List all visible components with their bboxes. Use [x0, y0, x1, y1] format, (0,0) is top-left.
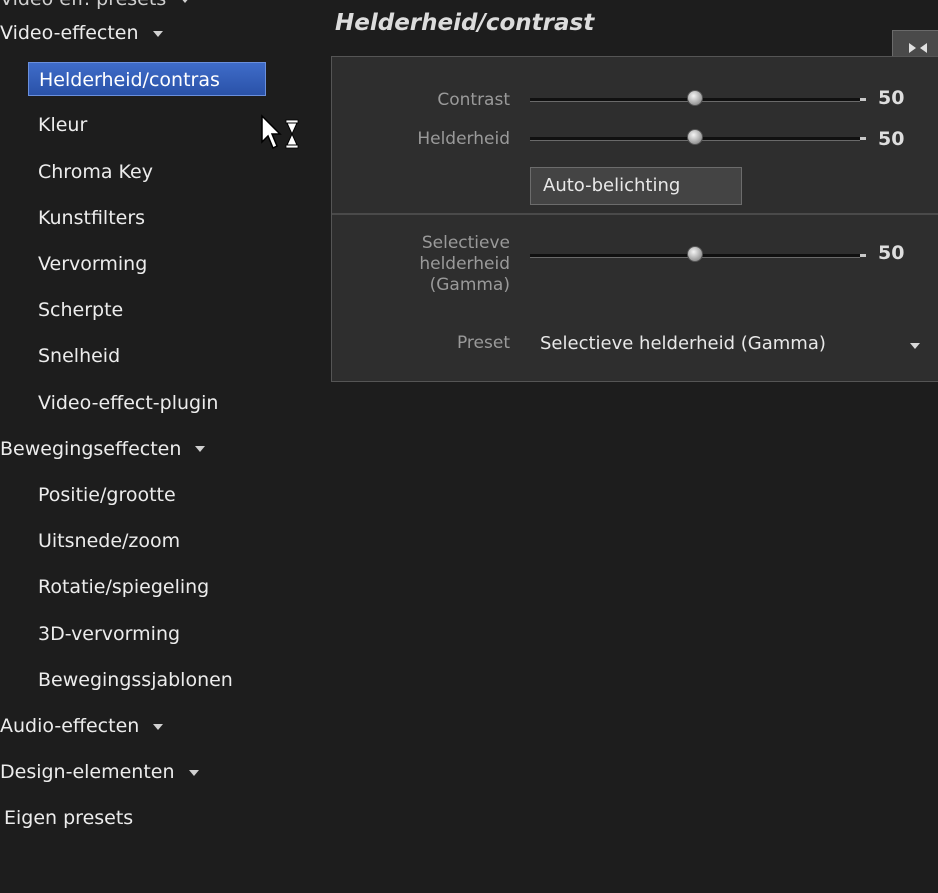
gamma-value: 50: [878, 242, 905, 264]
gamma-slider[interactable]: [530, 246, 866, 262]
sidebar-item-bewegingseffecten[interactable]: Bewegingseffecten: [0, 432, 206, 466]
brightness-value: 50: [878, 128, 905, 150]
sidebar-item-kunstfilters[interactable]: Kunstfilters: [38, 201, 145, 235]
busy-cursor-icon: [261, 114, 299, 150]
sidebar-item-label: Eigen presets: [4, 807, 134, 830]
brightness-slider-thumb[interactable]: [687, 129, 703, 145]
contrast-slider-thumb[interactable]: [687, 90, 703, 106]
sidebar-item-positie-grootte[interactable]: Positie/grootte: [38, 478, 176, 512]
sidebar-item-video-effecten[interactable]: Video-effecten: [0, 16, 163, 50]
section-divider: [332, 213, 938, 215]
sidebar-item-eigen-presets[interactable]: Eigen presets: [4, 801, 133, 835]
sidebar-item-label: 3D-vervorming: [38, 622, 181, 645]
chevron-down-icon: [195, 446, 206, 453]
sidebar-item-label: Video-effect-plugin: [38, 391, 219, 414]
chevron-down-icon: [188, 769, 199, 776]
brightness-contrast-panel: Contrast 50 Helderheid 50 Auto-belichtin…: [331, 56, 938, 382]
chevron-down-icon: [152, 30, 163, 37]
sidebar-item-label: Kleur: [38, 114, 88, 137]
sidebar-item-label: Bewegingseffecten: [0, 437, 182, 460]
sidebar-item-label: Video-effecten: [0, 22, 139, 44]
sidebar-item-label: Positie/grootte: [38, 484, 176, 506]
sidebar-item-label: Audio-effecten: [0, 715, 140, 737]
sidebar-item-vervorming[interactable]: Vervorming: [38, 247, 147, 281]
sidebar-item-snelheid[interactable]: Snelheid: [38, 339, 120, 373]
brightness-slider[interactable]: [530, 129, 866, 145]
sidebar-item-scherpte[interactable]: Scherpte: [38, 293, 123, 327]
sidebar-item-label: Uitsnede/zoom: [38, 530, 181, 553]
sidebar-item-label: Kunstfilters: [38, 206, 146, 229]
sidebar-item-bewegingssjablonen[interactable]: Bewegingssjablonen: [38, 663, 233, 697]
brightness-label: Helderheid: [417, 129, 510, 149]
sidebar-item-video-effect-plugin[interactable]: Video-effect-plugin: [38, 386, 218, 420]
effects-sidebar: Video eff. presets Video-effecten Helderh…: [0, 0, 300, 893]
sidebar-item-label: Design-elementen: [0, 761, 175, 784]
sidebar-item-helderheid-contras[interactable]: Helderheid/contras: [28, 62, 266, 97]
sidebar-item-uitsnede-zoom[interactable]: Uitsnede/zoom: [38, 524, 180, 558]
sidebar-item-label: Vervorming: [38, 253, 148, 275]
sidebar-item-label: Bewegingssjablonen: [38, 668, 233, 691]
sidebar-item-label: Helderheid/contras: [39, 69, 220, 92]
sidebar-item-label: Rotatie/spiegeling: [38, 576, 210, 599]
gamma-label: Selectieve helderheid (Gamma): [419, 233, 510, 295]
sidebar-item-audio-effecten[interactable]: Audio-effecten: [0, 709, 164, 743]
contrast-slider[interactable]: [530, 90, 866, 106]
sidebar-item-design-elementen[interactable]: Design-elementen: [0, 755, 199, 789]
sidebar-item-label: Scherpte: [38, 299, 124, 322]
sidebar-item-chroma-key[interactable]: Chroma Key: [38, 155, 153, 189]
auto-exposure-button[interactable]: Auto-belichting: [530, 167, 742, 205]
sidebar-item-kleur[interactable]: Kleur: [38, 108, 87, 142]
contrast-value: 50: [878, 87, 905, 109]
contrast-label: Contrast: [437, 90, 510, 110]
sidebar-item-label: Snelheid: [38, 345, 121, 368]
chevron-down-icon: [180, 0, 191, 3]
sidebar-item-label: Video eff. presets: [0, 0, 166, 10]
preset-dropdown[interactable]: Selectieve helderheid (Gamma): [540, 333, 826, 354]
preset-label: Preset: [456, 333, 510, 353]
chevron-down-icon: [153, 723, 164, 730]
sidebar-item-video-presets[interactable]: Video eff. presets: [0, 0, 191, 16]
gamma-slider-thumb[interactable]: [687, 246, 703, 262]
sidebar-item-3d-vervorming[interactable]: 3D-vervorming: [38, 617, 180, 651]
sidebar-item-rotatie-spiegeling[interactable]: Rotatie/spiegeling: [38, 570, 209, 604]
chevron-down-icon[interactable]: [910, 343, 920, 349]
panel-title: Helderheid/contrast: [335, 10, 595, 36]
sidebar-item-label: Chroma Key: [38, 160, 153, 183]
